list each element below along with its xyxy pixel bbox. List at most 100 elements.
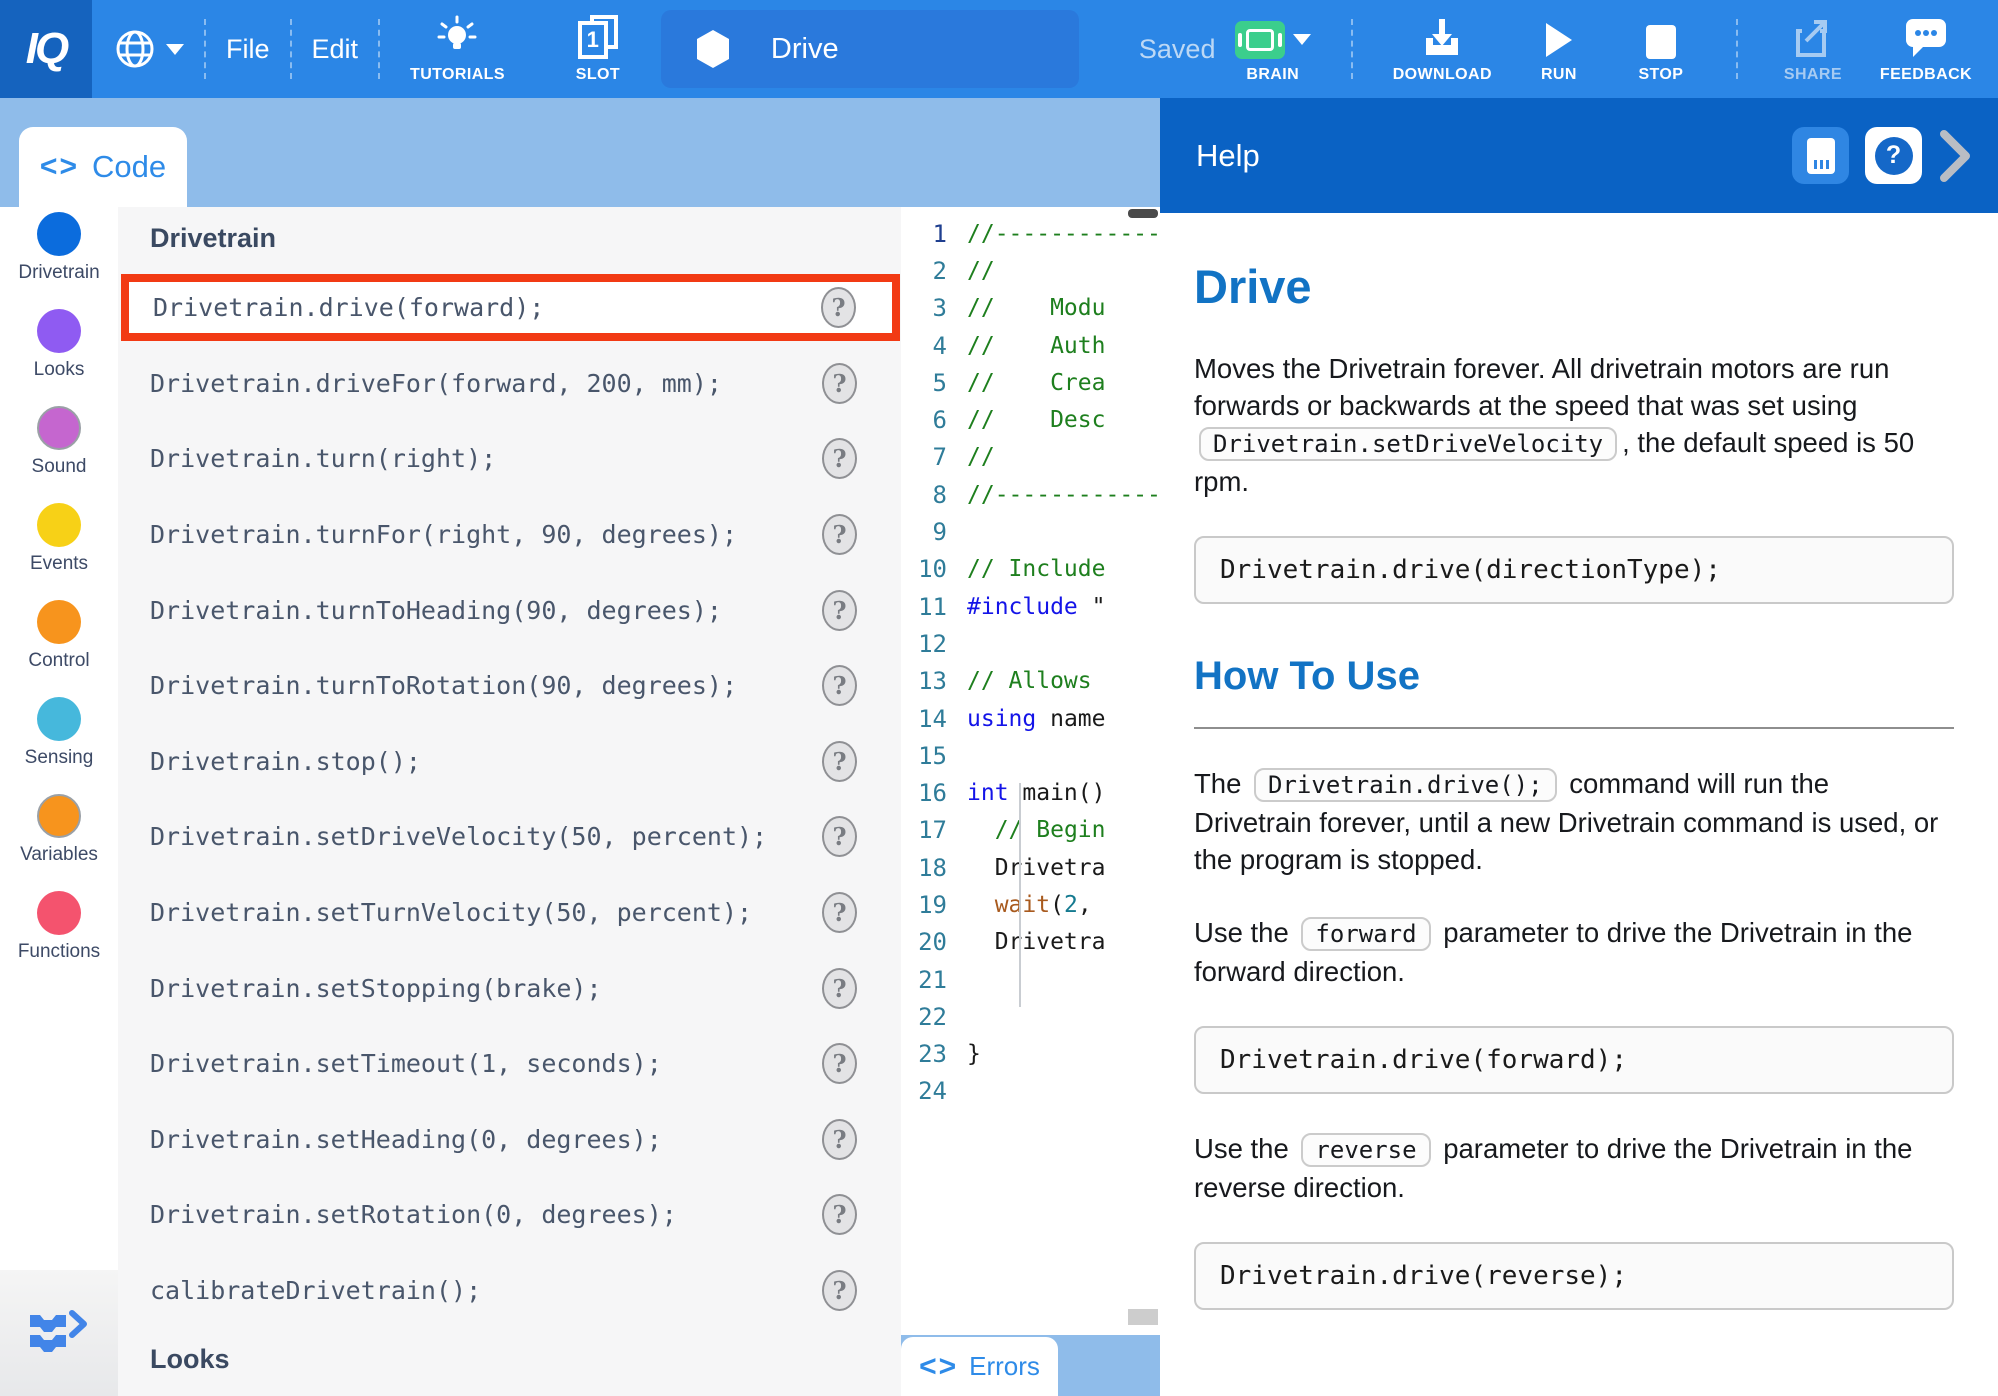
command-row[interactable]: calibrateDrivetrain();? bbox=[118, 1253, 901, 1329]
command-help-button[interactable]: ? bbox=[822, 438, 857, 479]
language-menu[interactable] bbox=[114, 28, 184, 70]
command-text: Drivetrain.driveFor(forward, 200, mm); bbox=[150, 369, 722, 398]
command-list-panel: Drivetrain Drivetrain.drive(forward);?Dr… bbox=[118, 207, 901, 1396]
line-code: // Crea bbox=[967, 370, 1160, 396]
brain-button[interactable]: BRAIN bbox=[1235, 15, 1311, 84]
sidebar-item-control[interactable]: Control bbox=[28, 600, 89, 672]
slot-number: 1 bbox=[587, 27, 600, 53]
project-name-button[interactable]: Drive bbox=[661, 10, 1079, 88]
convert-blocks-button[interactable] bbox=[0, 1270, 118, 1396]
indent-guide bbox=[1019, 783, 1021, 1007]
command-help-button[interactable]: ? bbox=[822, 968, 857, 1009]
language-caret-icon bbox=[166, 44, 184, 55]
sidebar-item-functions[interactable]: Functions bbox=[18, 891, 100, 963]
code-editor[interactable]: 1//--------------------2//3// Modu4// Au… bbox=[901, 207, 1160, 1335]
help-para: The Drivetrain.drive(); command will run… bbox=[1194, 765, 1954, 878]
inline-code: forward bbox=[1301, 917, 1430, 951]
line-number: 24 bbox=[901, 1077, 967, 1105]
command-row[interactable]: Drivetrain.setDriveVelocity(50, percent)… bbox=[118, 799, 901, 875]
sidebar-item-sensing[interactable]: Sensing bbox=[25, 697, 94, 769]
editor-line: 6// Desc bbox=[901, 401, 1160, 438]
editor-line: 18 Drivetra bbox=[901, 849, 1160, 886]
command-help-button[interactable]: ? bbox=[822, 1119, 857, 1160]
line-number: 23 bbox=[901, 1040, 967, 1068]
command-help-button[interactable]: ? bbox=[822, 363, 857, 404]
file-menu[interactable]: File bbox=[226, 34, 270, 65]
slot-button[interactable]: 1 SLOT bbox=[563, 15, 633, 84]
line-number: 17 bbox=[901, 816, 967, 844]
code-block-forward: Drivetrain.drive(forward); bbox=[1194, 1026, 1954, 1094]
code-tag-icon: <> bbox=[40, 150, 79, 184]
editor-line: 1//-------------------- bbox=[901, 215, 1160, 252]
help-toggle-button[interactable]: ? bbox=[1865, 127, 1922, 184]
blocks-convert-icon bbox=[28, 1309, 90, 1357]
command-help-button[interactable]: ? bbox=[822, 590, 857, 631]
command-help-button[interactable]: ? bbox=[822, 1043, 857, 1084]
command-row[interactable]: Drivetrain.setTimeout(1, seconds);? bbox=[118, 1026, 901, 1102]
editor-line: 15 bbox=[901, 737, 1160, 774]
feedback-button[interactable]: FEEDBACK bbox=[1880, 15, 1972, 84]
share-icon bbox=[1792, 15, 1834, 59]
command-row[interactable]: Drivetrain.setHeading(0, degrees);? bbox=[118, 1102, 901, 1178]
line-code: using name bbox=[967, 706, 1160, 732]
help-para: Use the forward parameter to drive the D… bbox=[1194, 914, 1954, 990]
command-help-button[interactable]: ? bbox=[822, 1270, 857, 1311]
stop-button[interactable]: STOP bbox=[1626, 15, 1696, 84]
edit-menu[interactable]: Edit bbox=[312, 34, 359, 65]
command-help-button[interactable]: ? bbox=[822, 1194, 857, 1235]
command-text: Drivetrain.turnToHeading(90, degrees); bbox=[150, 596, 722, 625]
vexcode-iq-app: IQ File Edit bbox=[0, 0, 1998, 1396]
command-row[interactable]: Drivetrain.turnFor(right, 90, degrees);? bbox=[118, 497, 901, 573]
editor-line: 12 bbox=[901, 625, 1160, 662]
command-help-button[interactable]: ? bbox=[822, 816, 857, 857]
line-number: 5 bbox=[901, 369, 967, 397]
command-help-button[interactable]: ? bbox=[821, 287, 856, 328]
editor-scrollbar-thumb[interactable] bbox=[1128, 209, 1158, 218]
sidebar-item-looks[interactable]: Looks bbox=[34, 309, 85, 381]
errors-tab-label: Errors bbox=[969, 1351, 1040, 1382]
command-row[interactable]: Drivetrain.turnToHeading(90, degrees);? bbox=[118, 572, 901, 648]
editor-line: 10// Include bbox=[901, 551, 1160, 588]
command-help-button[interactable]: ? bbox=[822, 892, 857, 933]
editor-line: 19 wait(2, bbox=[901, 886, 1160, 923]
sidebar-item-sound[interactable]: Sound bbox=[32, 406, 87, 478]
line-number: 20 bbox=[901, 928, 967, 956]
command-row[interactable]: Drivetrain.setStopping(brake);? bbox=[118, 950, 901, 1026]
tab-code[interactable]: <> Code bbox=[19, 127, 187, 207]
top-toolbar: IQ File Edit bbox=[0, 0, 1998, 98]
command-row[interactable]: Drivetrain.turnToRotation(90, degrees);? bbox=[118, 648, 901, 724]
editor-line: 23} bbox=[901, 1036, 1160, 1073]
sidebar-item-variables[interactable]: Variables bbox=[20, 794, 98, 866]
command-row[interactable]: Drivetrain.driveFor(forward, 200, mm);? bbox=[118, 346, 901, 422]
help-device-button[interactable] bbox=[1792, 127, 1849, 184]
command-row[interactable]: Drivetrain.setTurnVelocity(50, percent);… bbox=[118, 875, 901, 951]
command-row[interactable]: Drivetrain.drive(forward);? bbox=[121, 274, 900, 341]
line-number: 9 bbox=[901, 518, 967, 546]
run-button[interactable]: RUN bbox=[1524, 15, 1594, 84]
toolbar-divider bbox=[204, 19, 206, 79]
sidebar-item-events[interactable]: Events bbox=[30, 503, 88, 575]
tutorials-button[interactable]: TUTORIALS bbox=[410, 15, 505, 84]
sidebar-item-drivetrain[interactable]: Drivetrain bbox=[18, 212, 99, 284]
collapse-chevron-icon[interactable] bbox=[1938, 130, 1972, 182]
command-text: Drivetrain.setHeading(0, degrees); bbox=[150, 1125, 662, 1154]
category-label: Sound bbox=[32, 456, 87, 478]
help-panel: Help ? Drive Moves the Drivetrain foreve… bbox=[1160, 98, 1998, 1396]
line-code: // bbox=[967, 258, 1160, 284]
command-row[interactable]: Drivetrain.turn(right);? bbox=[118, 421, 901, 497]
tab-errors[interactable]: <> Errors bbox=[901, 1337, 1058, 1396]
command-help-button[interactable]: ? bbox=[822, 665, 857, 706]
command-help-button[interactable]: ? bbox=[822, 514, 857, 555]
category-label: Looks bbox=[34, 359, 85, 381]
line-code: // Desc bbox=[967, 407, 1160, 433]
line-code: // Include bbox=[967, 556, 1160, 582]
share-button[interactable]: SHARE bbox=[1778, 15, 1848, 84]
command-row[interactable]: Drivetrain.stop();? bbox=[118, 724, 901, 800]
toolbar-divider bbox=[378, 19, 380, 79]
line-number: 21 bbox=[901, 966, 967, 994]
command-help-button[interactable]: ? bbox=[822, 741, 857, 782]
command-row[interactable]: Drivetrain.setRotation(0, degrees);? bbox=[118, 1177, 901, 1253]
download-button[interactable]: DOWNLOAD bbox=[1393, 15, 1492, 84]
line-code: // Modu bbox=[967, 295, 1160, 321]
editor-scrollbar-end[interactable] bbox=[1128, 1309, 1158, 1325]
